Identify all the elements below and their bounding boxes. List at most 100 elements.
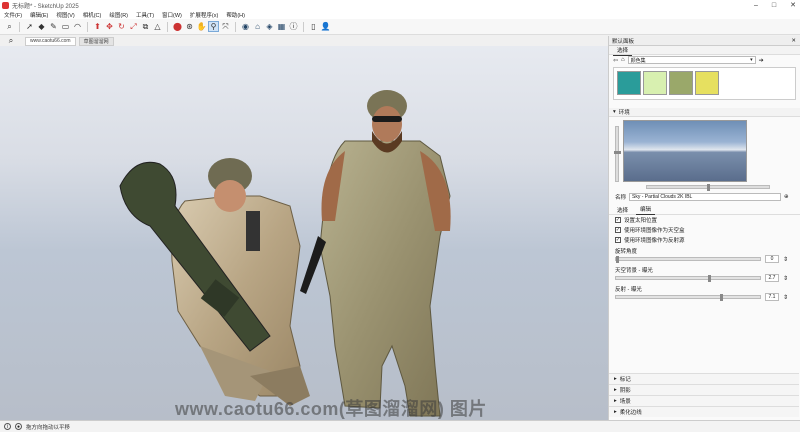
toolbar-divider bbox=[303, 21, 304, 32]
eraser-icon[interactable]: ◆ bbox=[36, 21, 47, 32]
back-icon[interactable]: ⇦ bbox=[613, 57, 618, 64]
profile-icon[interactable]: 👤 bbox=[320, 21, 331, 32]
reflection-exposure-slider[interactable] bbox=[615, 294, 761, 301]
materials-toolbar: ⇦ ⌂ 颜色集 ▾ ➔ bbox=[609, 55, 800, 65]
zoom-icon[interactable]: ⚲ bbox=[208, 21, 219, 32]
watermark-text: www.caotu66.com(草图溜溜网) 图片 bbox=[175, 399, 487, 419]
option-skybox[interactable]: ✓ 使用环境图像作为天空盒 bbox=[609, 225, 800, 235]
toolbar-divider bbox=[87, 21, 88, 32]
rotation-slider[interactable] bbox=[615, 256, 761, 263]
rotate-icon[interactable]: ↻ bbox=[116, 21, 127, 32]
arc-icon[interactable]: ◠ bbox=[72, 21, 83, 32]
title-bar: 无标题* - SketchUp 2025 – □ ✕ bbox=[0, 0, 800, 10]
menu-view[interactable]: 视图(V) bbox=[56, 11, 74, 19]
menu-extensions[interactable]: 扩展程序(x) bbox=[190, 11, 218, 19]
materials-select-tab[interactable]: 选择 bbox=[613, 45, 633, 56]
move-icon[interactable]: ✥ bbox=[104, 21, 115, 32]
material-swatch[interactable] bbox=[695, 71, 719, 95]
material-swatch[interactable] bbox=[617, 71, 641, 95]
section-soften-edges[interactable]: ▸ 柔化边线 bbox=[609, 406, 799, 417]
environment-name-row: 名称 Sky - Partial Clouds 2K IBL ⊕ bbox=[609, 189, 800, 205]
zoom-extents-icon[interactable]: ⤧ bbox=[220, 21, 231, 32]
orbit-icon[interactable]: ⊛ bbox=[184, 21, 195, 32]
rectangle-icon[interactable]: ▭ bbox=[60, 21, 71, 32]
option-reflection[interactable]: ✓ 使用环境图像作为反射源 bbox=[609, 235, 800, 245]
rotation-value[interactable]: 0 bbox=[765, 255, 779, 263]
chevron-right-icon: ▸ bbox=[614, 376, 617, 382]
checkbox-checked-icon[interactable]: ✓ bbox=[615, 227, 621, 233]
collection-dropdown[interactable]: 颜色集 ▾ bbox=[627, 56, 756, 64]
paint-icon[interactable]: ⬤ bbox=[172, 21, 183, 32]
push-pull-icon[interactable]: ⬆ bbox=[92, 21, 103, 32]
scale-icon[interactable]: ⤢ bbox=[128, 21, 139, 32]
stepper-icon[interactable]: ⇕ bbox=[783, 256, 788, 263]
environment-section-title: 环境 bbox=[618, 110, 630, 116]
pan-icon[interactable]: ✋ bbox=[196, 21, 207, 32]
tab-caotu66[interactable]: www.caotu66.com bbox=[25, 36, 76, 46]
menu-tools[interactable]: 工具(T) bbox=[136, 11, 154, 19]
menu-window[interactable]: 窗口(W) bbox=[162, 11, 182, 19]
status-bar: i ● 拖方向拖动以平移 bbox=[0, 420, 800, 432]
geo-icon[interactable]: ◉ bbox=[240, 21, 251, 32]
default-tray: 默认面板 ✕ 选择 ⇦ ⌂ 颜色集 ▾ ➔ ▾ 环境 名称 Sky - Part… bbox=[608, 36, 800, 420]
tape-icon[interactable]: △ bbox=[152, 21, 163, 32]
home-icon[interactable]: ⌂ bbox=[621, 57, 625, 63]
toolbar-divider bbox=[235, 21, 236, 32]
model-info-icon[interactable]: ⓘ bbox=[288, 21, 299, 32]
menu-edit[interactable]: 编辑(E) bbox=[30, 11, 48, 19]
sky-exposure-value[interactable]: 2.7 bbox=[765, 274, 779, 282]
option-label: 设置太阳位置 bbox=[624, 218, 658, 224]
tab-caoliu[interactable]: 草图溜溜网 bbox=[78, 36, 114, 46]
environment-subtabs: 选择 编辑 bbox=[609, 205, 800, 215]
name-label: 名称 bbox=[615, 195, 627, 201]
search-icon[interactable]: ⌕ bbox=[0, 36, 22, 46]
pencil-icon[interactable]: ✎ bbox=[48, 21, 59, 32]
section-shadows[interactable]: ▸ 阴影 bbox=[609, 384, 799, 395]
menu-help[interactable]: 帮助(H) bbox=[226, 11, 245, 19]
warehouse-icon[interactable]: ⌂ bbox=[252, 21, 263, 32]
layout-icon[interactable]: ▦ bbox=[276, 21, 287, 32]
material-swatch[interactable] bbox=[643, 71, 667, 95]
pin-icon[interactable]: ✕ bbox=[791, 38, 796, 44]
sky-exposure-slider[interactable] bbox=[615, 275, 761, 282]
scene-render bbox=[119, 90, 451, 417]
extension-icon[interactable]: ◈ bbox=[264, 21, 275, 32]
environment-horizontal-slider[interactable] bbox=[646, 184, 770, 191]
menu-camera[interactable]: 相机(C) bbox=[83, 11, 102, 19]
menu-file[interactable]: 文件(F) bbox=[4, 11, 22, 19]
checkbox-checked-icon[interactable]: ✓ bbox=[615, 217, 621, 223]
3d-viewport[interactable] bbox=[0, 46, 608, 420]
environment-section-header[interactable]: ▾ 环境 bbox=[609, 108, 800, 117]
environment-name-field[interactable]: Sky - Partial Clouds 2K IBL bbox=[629, 193, 782, 201]
tab-edit[interactable]: 编辑 bbox=[636, 204, 656, 215]
details-icon[interactable]: ➔ bbox=[759, 57, 764, 64]
menu-draw[interactable]: 绘图(R) bbox=[109, 11, 128, 19]
stepper-icon[interactable]: ⇕ bbox=[783, 275, 788, 282]
material-swatch[interactable] bbox=[669, 71, 693, 95]
window-title: 无标题* - SketchUp 2025 bbox=[12, 3, 79, 10]
document-tab-bar: ⌕ www.caotu66.com 草图溜溜网 bbox=[0, 36, 608, 46]
tab-select[interactable]: 选择 bbox=[613, 205, 632, 215]
kneeling-soldier-model bbox=[171, 158, 310, 406]
close-icon[interactable]: ✕ bbox=[790, 1, 796, 9]
info-icon[interactable]: i bbox=[4, 423, 11, 430]
select-icon[interactable]: ➚ bbox=[24, 21, 35, 32]
option-sun-position[interactable]: ✓ 设置太阳位置 bbox=[609, 215, 800, 225]
offset-icon[interactable]: ⧉ bbox=[140, 21, 151, 32]
chevron-right-icon: ▸ bbox=[614, 409, 617, 415]
standing-soldier-model bbox=[300, 90, 451, 417]
chevron-down-icon: ▾ bbox=[750, 57, 753, 63]
checkbox-checked-icon[interactable]: ✓ bbox=[615, 237, 621, 243]
stepper-icon[interactable]: ⇕ bbox=[783, 294, 788, 301]
sky-exposure-label: 天空背景 - 曝光 bbox=[615, 268, 653, 274]
add-environment-icon[interactable]: ⊕ bbox=[784, 194, 789, 200]
document-icon[interactable]: ▯ bbox=[308, 21, 319, 32]
minimize-icon[interactable]: – bbox=[754, 2, 758, 9]
maximize-icon[interactable]: □ bbox=[772, 2, 776, 9]
search-icon[interactable]: ⌕ bbox=[4, 21, 15, 32]
section-tags[interactable]: ▸ 标记 bbox=[609, 373, 799, 384]
section-scenes[interactable]: ▸ 场景 bbox=[609, 395, 799, 406]
geolocation-icon[interactable]: ● bbox=[15, 423, 22, 430]
reflection-exposure-value[interactable]: 7.1 bbox=[765, 293, 779, 301]
environment-vertical-slider[interactable] bbox=[614, 126, 621, 182]
